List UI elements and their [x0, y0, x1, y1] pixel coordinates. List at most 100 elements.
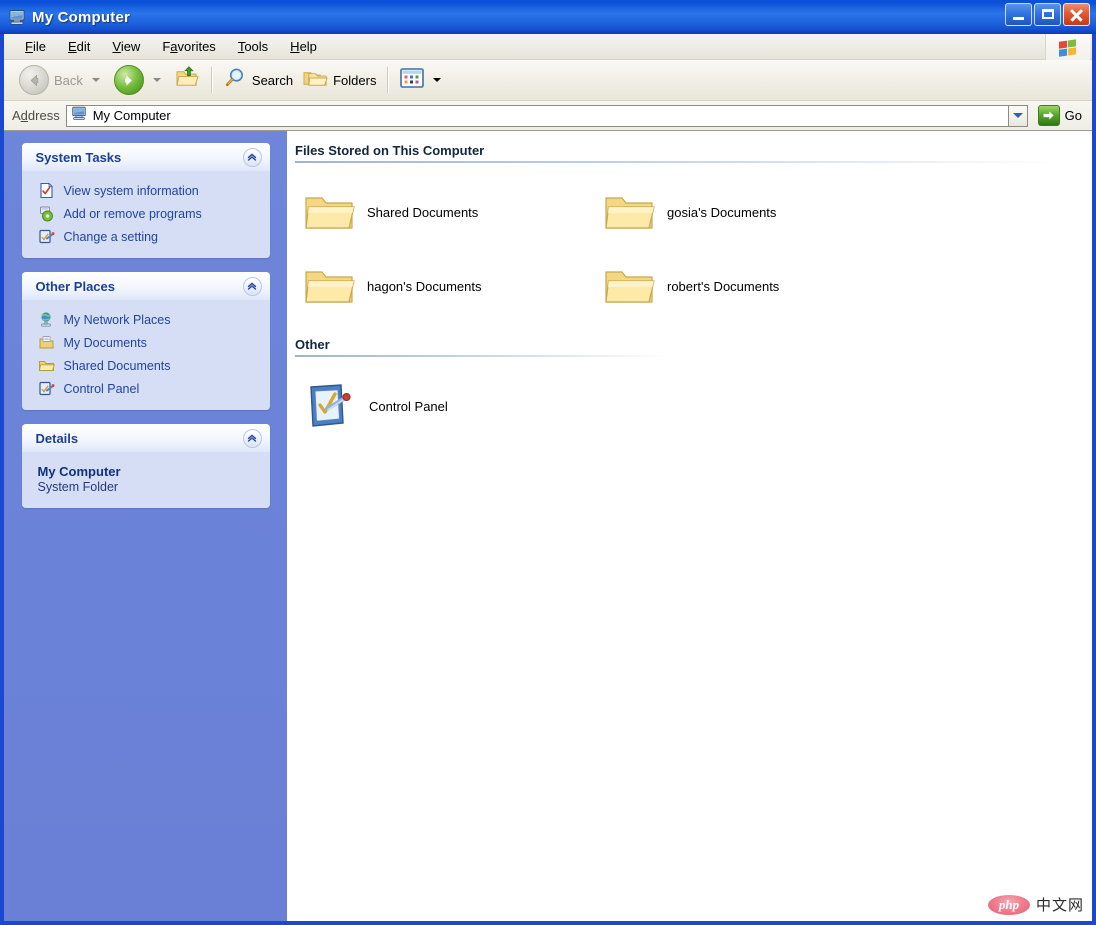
menu-help[interactable]: Help — [279, 37, 328, 56]
details-type: System Folder — [38, 480, 270, 494]
group-divider — [295, 355, 670, 357]
item-roberts-documents[interactable]: robert's Documents — [595, 249, 895, 323]
my-computer-icon — [8, 8, 26, 26]
window-title: My Computer — [32, 9, 130, 26]
item-gosias-documents[interactable]: gosia's Documents — [595, 175, 895, 249]
menu-view[interactable]: View — [101, 37, 151, 56]
window-body: System Tasks — [4, 131, 1092, 921]
chevron-up-icon[interactable] — [243, 429, 262, 448]
back-label: Back — [54, 73, 83, 88]
toolbar: Back — [4, 60, 1092, 101]
task-view-system-information[interactable]: View system information — [22, 179, 270, 202]
address-label: Address — [12, 108, 60, 123]
folders-icon — [303, 66, 328, 94]
place-my-documents[interactable]: My Documents — [22, 331, 270, 354]
group-title: Other — [295, 337, 1092, 352]
control-panel-icon — [303, 381, 357, 431]
item-shared-documents[interactable]: Shared Documents — [295, 175, 595, 249]
go-arrow-icon — [1038, 105, 1060, 126]
forward-button[interactable] — [109, 64, 170, 96]
item-label: robert's Documents — [667, 279, 779, 294]
forward-dropdown-arrow-icon[interactable] — [153, 78, 161, 82]
address-dropdown-button[interactable] — [1008, 105, 1028, 127]
place-my-network-places[interactable]: My Network Places — [22, 308, 270, 331]
go-button[interactable]: Go — [1038, 105, 1088, 126]
chevron-up-icon[interactable] — [243, 277, 262, 296]
menu-favorites[interactable]: Favorites — [151, 37, 226, 56]
address-value: My Computer — [93, 108, 171, 123]
close-button[interactable] — [1063, 3, 1090, 26]
explorer-window: My Computer FFileile Edit View Favorites… — [0, 0, 1096, 925]
views-button[interactable] — [395, 64, 450, 96]
place-label: Shared Documents — [64, 359, 171, 373]
panel-details-body: My Computer System Folder — [22, 452, 270, 508]
chevron-up-icon[interactable] — [243, 148, 262, 167]
back-arrow-icon — [19, 65, 49, 95]
panel-system-tasks: System Tasks — [22, 143, 270, 258]
up-folder-icon — [175, 66, 200, 94]
panel-system-tasks-title: System Tasks — [36, 150, 243, 165]
file-list-pane[interactable]: Files Stored on This Computer Shared Doc… — [287, 131, 1092, 921]
folder-icon — [603, 264, 655, 308]
views-dropdown-arrow-icon[interactable] — [433, 78, 441, 82]
menu-tools[interactable]: Tools — [227, 37, 279, 56]
go-label: Go — [1065, 108, 1082, 123]
folder-icon — [303, 190, 355, 234]
watermark-text: 中文网 — [1036, 894, 1084, 915]
windows-flag-icon — [1045, 34, 1090, 60]
task-label: Change a setting — [64, 230, 159, 244]
group-header-files-stored: Files Stored on This Computer — [295, 143, 1092, 165]
my-computer-icon — [71, 105, 87, 126]
group-divider — [295, 161, 1060, 163]
minimize-button[interactable] — [1005, 3, 1032, 26]
maximize-button[interactable] — [1034, 3, 1061, 26]
panel-other-places-header[interactable]: Other Places — [22, 272, 270, 300]
folder-icon — [303, 264, 355, 308]
address-input[interactable]: My Computer — [66, 105, 1008, 127]
task-add-or-remove-programs[interactable]: Add or remove programs — [22, 202, 270, 225]
search-icon — [224, 66, 247, 94]
panel-details-title: Details — [36, 431, 243, 446]
window-controls — [1005, 3, 1090, 26]
panel-other-places: Other Places — [22, 272, 270, 410]
title-bar: My Computer — [0, 0, 1096, 34]
panel-details-header[interactable]: Details — [22, 424, 270, 452]
address-bar: Address My Computer Go — [4, 101, 1092, 131]
up-button[interactable] — [170, 64, 205, 96]
menu-bar: FFileile Edit View Favorites Tools Help — [4, 34, 1092, 60]
search-button[interactable]: Search — [219, 64, 298, 96]
details-name: My Computer — [38, 464, 270, 479]
forward-arrow-icon — [114, 65, 144, 95]
task-change-a-setting[interactable]: Change a setting — [22, 225, 270, 248]
menu-edit[interactable]: Edit — [57, 37, 101, 56]
task-pane: System Tasks — [4, 131, 287, 921]
panel-other-places-title: Other Places — [36, 279, 243, 294]
folder-icon — [603, 190, 655, 234]
item-control-panel[interactable]: Control Panel — [295, 369, 595, 443]
group-header-other: Other — [295, 337, 1092, 359]
group-title: Files Stored on This Computer — [295, 143, 1092, 158]
php-logo-text: php — [999, 897, 1019, 913]
chevron-down-icon — [1013, 113, 1023, 118]
back-button[interactable]: Back — [14, 64, 109, 96]
folders-button[interactable]: Folders — [298, 64, 381, 96]
panel-system-tasks-header[interactable]: System Tasks — [22, 143, 270, 171]
place-shared-documents[interactable]: Shared Documents — [22, 354, 270, 377]
other-items: Control Panel — [287, 359, 1092, 443]
folders-label: Folders — [333, 73, 376, 88]
back-dropdown-arrow-icon[interactable] — [92, 78, 100, 82]
menu-file[interactable]: FFileile — [14, 37, 57, 56]
search-label: Search — [252, 73, 293, 88]
shared-folder-icon — [38, 357, 55, 374]
item-label: Shared Documents — [367, 205, 478, 220]
toolbar-separator-1 — [211, 67, 213, 93]
php-logo-icon: php — [988, 895, 1030, 915]
item-hagons-documents[interactable]: hagon's Documents — [295, 249, 595, 323]
files-stored-items: Shared Documents gosia's Documents — [287, 165, 1092, 323]
place-control-panel[interactable]: Control Panel — [22, 377, 270, 400]
views-icon — [400, 68, 424, 93]
panel-system-tasks-body: View system information Add or remove pr… — [22, 171, 270, 258]
watermark: php 中文网 — [988, 894, 1084, 915]
toolbar-separator-2 — [387, 67, 389, 93]
item-label: hagon's Documents — [367, 279, 482, 294]
